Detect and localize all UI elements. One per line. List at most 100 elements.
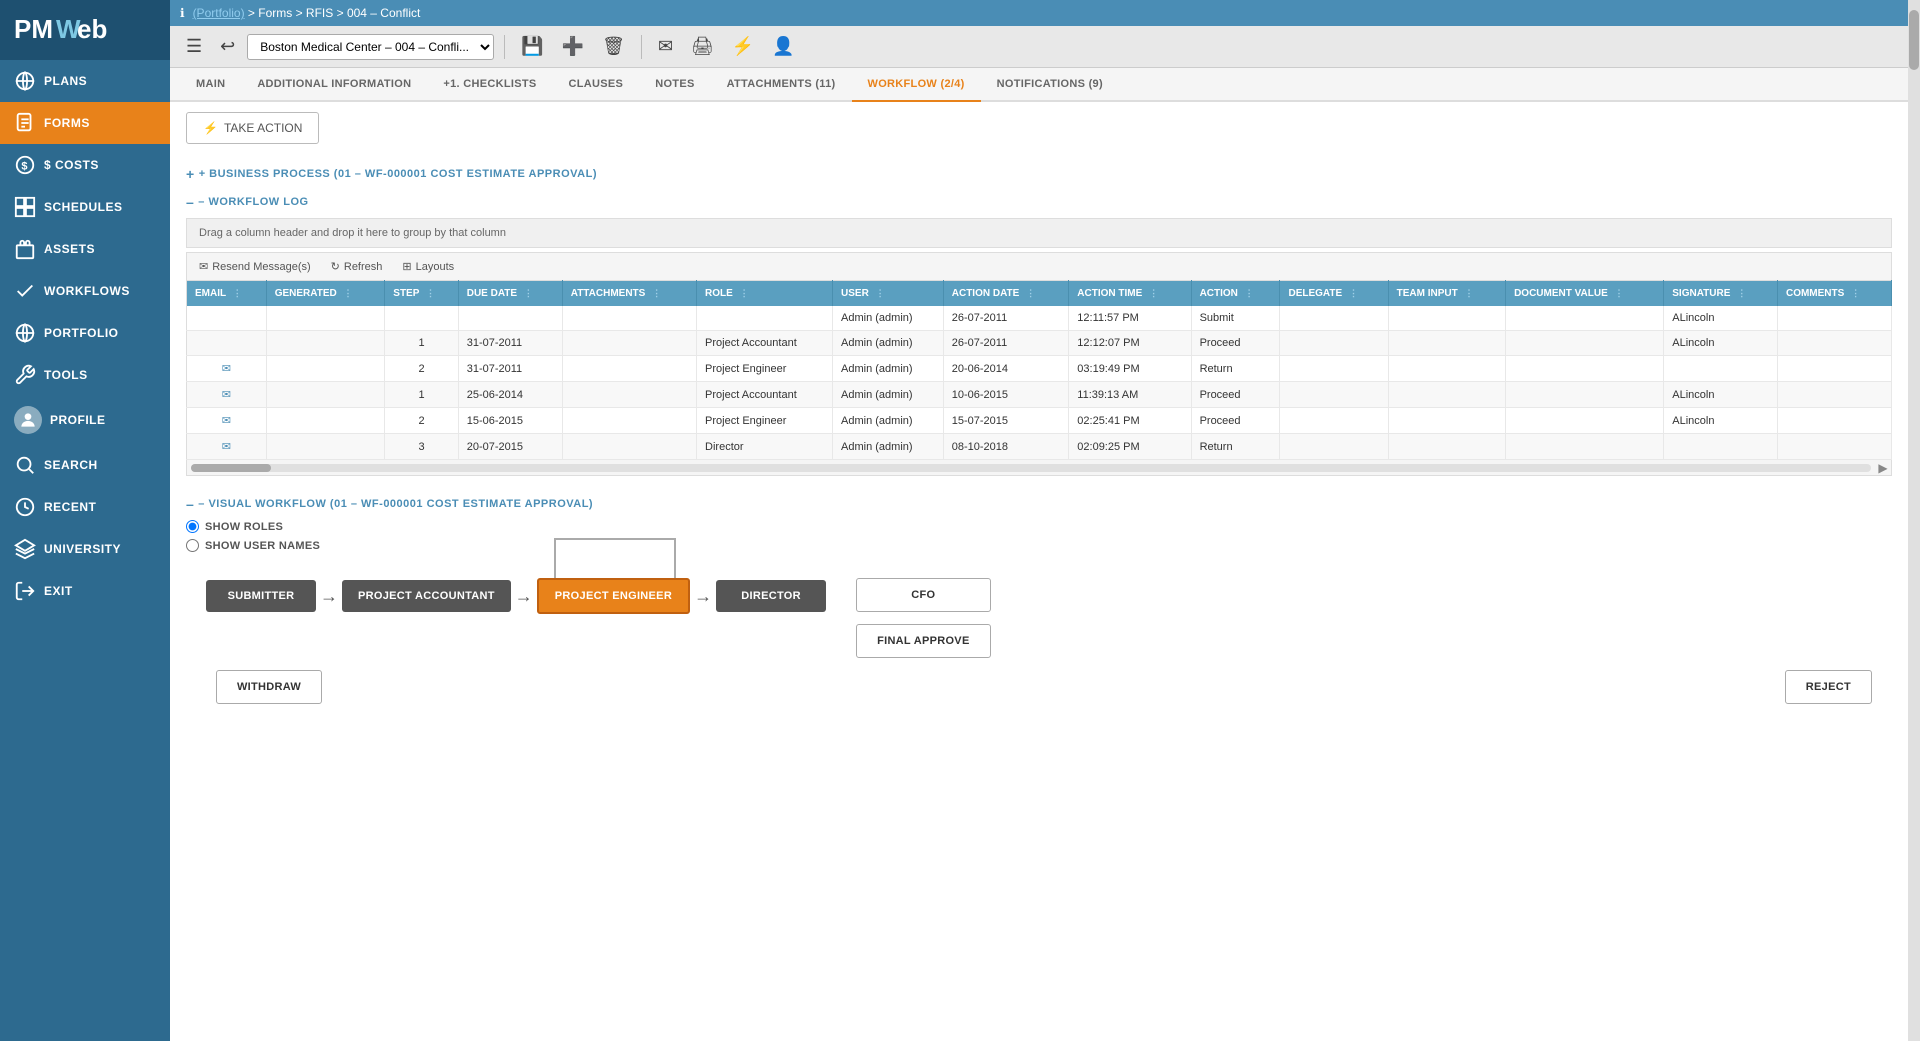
university-icon <box>14 538 36 560</box>
sidebar-item-tools[interactable]: TOOLS <box>0 354 170 396</box>
sidebar-item-schedules[interactable]: SCHEDULES <box>0 186 170 228</box>
cell-email: ✉ <box>187 408 267 434</box>
col-due-date[interactable]: DUE DATE ⋮ <box>458 281 562 307</box>
sidebar-item-profile[interactable]: PROFILE <box>0 396 170 444</box>
col-team-input[interactable]: TEAM INPUT ⋮ <box>1388 281 1505 307</box>
cell-action: Proceed <box>1191 331 1280 356</box>
sidebar-item-assets[interactable]: ASSETS <box>0 228 170 270</box>
col-action-date[interactable]: ACTION DATE ⋮ <box>943 281 1069 307</box>
business-process-header[interactable]: + + BUSINESS PROCESS (01 – WF-000001 Cos… <box>186 166 1892 182</box>
wf-final-approve: FINAL APPROVE <box>856 624 991 658</box>
reject-button[interactable]: REJECT <box>1785 670 1872 704</box>
add-button[interactable]: ➕ <box>556 32 590 61</box>
col-role[interactable]: ROLE ⋮ <box>697 281 833 307</box>
logo: PM W eb <box>0 0 170 60</box>
col-signature[interactable]: SIGNATURE ⋮ <box>1664 281 1778 307</box>
cell-generated <box>266 434 385 460</box>
visual-workflow-header[interactable]: – – VISUAL WORKFLOW (01 – WF-000001 COST… <box>186 496 1892 512</box>
scrollbar[interactable] <box>1908 0 1920 1041</box>
cell-doc-value <box>1506 356 1664 382</box>
menu-button[interactable]: ☰ <box>180 32 208 61</box>
cell-comments <box>1777 382 1891 408</box>
col-document-value[interactable]: DOCUMENT VALUE ⋮ <box>1506 281 1664 307</box>
refresh-label: Refresh <box>344 261 383 273</box>
breadcrumb-portfolio-link[interactable]: (Portfolio) <box>193 6 245 20</box>
bottom-nodes: WITHDRAW REJECT <box>206 670 1872 704</box>
cell-email: ✉ <box>187 434 267 460</box>
sidebar-item-search[interactable]: SEARCH <box>0 444 170 486</box>
tab-workflow[interactable]: WORKFLOW (2/4) <box>852 68 981 102</box>
tab-checklists[interactable]: +1. CHECKLISTS <box>427 68 552 102</box>
layouts-button[interactable]: ⊞ Layouts <box>398 258 458 275</box>
resend-messages-button[interactable]: ✉ Resend Message(s) <box>195 258 315 275</box>
col-generated[interactable]: GENERATED ⋮ <box>266 281 385 307</box>
workflow-diagram: SUBMITTER → PROJECT ACCOUNTANT → PROJECT… <box>186 568 1892 714</box>
svg-text:PM: PM <box>14 14 53 44</box>
tab-attachments[interactable]: ATTACHMENTS (11) <box>711 68 852 102</box>
workflow-log-header[interactable]: – – WORKFLOW LOG <box>186 194 1892 210</box>
cell-doc-value <box>1506 408 1664 434</box>
col-action[interactable]: ACTION ⋮ <box>1191 281 1280 307</box>
sidebar-item-plans[interactable]: PLANS <box>0 60 170 102</box>
cell-action-time: 03:19:49 PM <box>1069 356 1191 382</box>
sidebar-item-university[interactable]: UNIVERSITY <box>0 528 170 570</box>
radio-show-users-input[interactable] <box>186 539 199 552</box>
info-icon[interactable]: ℹ <box>180 6 185 20</box>
svg-text:eb: eb <box>77 14 107 44</box>
scroll-thumb[interactable] <box>1909 10 1919 70</box>
take-action-button[interactable]: ⚡ TAKE ACTION <box>186 112 319 144</box>
tab-notifications[interactable]: NOTIFICATIONS (9) <box>981 68 1119 102</box>
cell-step: 1 <box>385 331 458 356</box>
tab-additional[interactable]: ADDITIONAL INFORMATION <box>241 68 427 102</box>
scroll-right-arrow[interactable]: ▶ <box>1875 460 1891 476</box>
col-delegate[interactable]: DELEGATE ⋮ <box>1280 281 1388 307</box>
cell-team-input <box>1388 434 1505 460</box>
tab-clauses[interactable]: CLAUSES <box>553 68 640 102</box>
cell-delegate <box>1280 306 1388 331</box>
cell-delegate <box>1280 331 1388 356</box>
undo-button[interactable]: ↩ <box>214 32 241 61</box>
cell-team-input <box>1388 382 1505 408</box>
sidebar-item-forms[interactable]: FORMS <box>0 102 170 144</box>
user-button[interactable]: 👤 <box>766 32 800 61</box>
sidebar-item-portfolio[interactable]: PORTFOLIO <box>0 312 170 354</box>
cell-action-date: 26-07-2011 <box>943 306 1069 331</box>
project-select[interactable]: Boston Medical Center – 004 – Confli... <box>247 34 494 60</box>
table-row: Admin (admin) 26-07-2011 12:11:57 PM Sub… <box>187 306 1892 331</box>
col-attachments[interactable]: ATTACHMENTS ⋮ <box>562 281 696 307</box>
assets-icon <box>14 238 36 260</box>
radio-show-roles-input[interactable] <box>186 520 199 533</box>
radio-show-users-label[interactable]: SHOW USER NAMES <box>186 539 1892 552</box>
side-nodes: CFO FINAL APPROVE <box>856 578 991 658</box>
sidebar-item-costs[interactable]: $ $ COSTS <box>0 144 170 186</box>
cell-generated <box>266 382 385 408</box>
tab-main[interactable]: MAIN <box>180 68 241 102</box>
save-button[interactable]: 💾 <box>515 32 549 61</box>
withdraw-button[interactable]: WITHDRAW <box>216 670 322 704</box>
col-user[interactable]: USER ⋮ <box>833 281 944 307</box>
sidebar-item-recent[interactable]: RECENT <box>0 486 170 528</box>
schedules-icon <box>14 196 36 218</box>
cell-action: Return <box>1191 434 1280 460</box>
col-step[interactable]: STEP ⋮ <box>385 281 458 307</box>
col-comments[interactable]: COMMENTS ⋮ <box>1777 281 1891 307</box>
email-button[interactable]: ✉ <box>652 32 679 61</box>
cell-attachments <box>562 356 696 382</box>
cell-action-time: 02:09:25 PM <box>1069 434 1191 460</box>
col-action-time[interactable]: ACTION TIME ⋮ <box>1069 281 1191 307</box>
cell-due-date <box>458 306 562 331</box>
cell-action-date: 10-06-2015 <box>943 382 1069 408</box>
refresh-button[interactable]: ↻ Refresh <box>327 258 387 275</box>
sidebar-item-exit[interactable]: EXIT <box>0 570 170 612</box>
sidebar-item-workflows[interactable]: WORKFLOWS <box>0 270 170 312</box>
cell-email <box>187 306 267 331</box>
lightning-button[interactable]: ⚡ <box>726 32 760 61</box>
print-button[interactable]: 🖨 <box>685 32 720 61</box>
radio-show-roles-label[interactable]: SHOW ROLES <box>186 520 1892 533</box>
table-row: ✉ 1 25-06-2014 Project Accountant Admin … <box>187 382 1892 408</box>
connector-right-down <box>674 538 676 578</box>
col-email[interactable]: EMAIL ⋮ <box>187 281 267 307</box>
tab-notes[interactable]: NOTES <box>639 68 710 102</box>
delete-button[interactable]: 🗑 <box>596 32 631 61</box>
cell-generated <box>266 356 385 382</box>
